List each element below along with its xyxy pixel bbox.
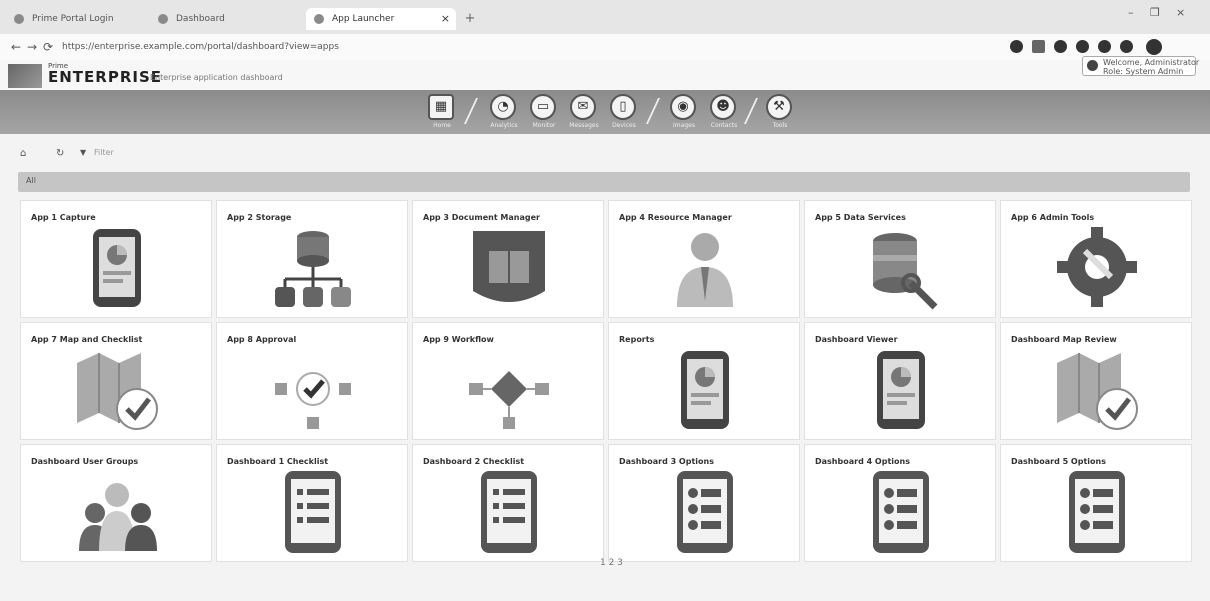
app-card[interactable]: App 6 Admin Tools <box>1000 200 1192 318</box>
app-card[interactable]: App 5 Data Services <box>804 200 996 318</box>
app-card[interactable]: Dashboard Map Review <box>1000 322 1192 440</box>
app-card[interactable]: App 9 Workflow <box>412 322 604 440</box>
home-icon: ▦ <box>428 94 454 120</box>
app-subtitle: Enterprise application dashboard <box>150 73 283 82</box>
book-icon <box>463 221 555 313</box>
url-field[interactable]: https://enterprise.example.com/portal/da… <box>62 39 962 55</box>
monitor-icon: ▭ <box>530 94 556 120</box>
app-card[interactable]: App 4 Resource Manager <box>608 200 800 318</box>
browser-tab[interactable]: Prime Portal Login <box>6 8 146 30</box>
nav-item-devices[interactable]: ▯ Devices <box>604 94 644 132</box>
nav-item-tools[interactable]: ⚒ Tools <box>760 94 800 132</box>
app-header: Prime ENTERPRISE Enterprise application … <box>0 60 1210 90</box>
tablet-options-icon <box>1051 465 1143 557</box>
map-check-icon <box>71 343 163 435</box>
filter-bar-label: All <box>26 176 36 185</box>
new-tab-button[interactable]: + <box>462 12 478 26</box>
gear-hammer-icon <box>1051 221 1143 313</box>
maximize-button[interactable]: ❐ <box>1150 6 1160 19</box>
extension-icon[interactable] <box>1076 40 1089 53</box>
app-card[interactable]: App 1 Capture <box>20 200 212 318</box>
mail-icon: ✉ <box>570 94 596 120</box>
app-card[interactable]: Dashboard 3 Options <box>608 444 800 562</box>
close-window-button[interactable]: × <box>1176 6 1185 19</box>
tablet-options-icon <box>659 465 751 557</box>
database-wrench-icon <box>855 221 947 313</box>
profile-icon[interactable] <box>1054 40 1067 53</box>
logo-icon[interactable] <box>8 64 42 88</box>
people-icon <box>71 465 163 557</box>
nav-item-home[interactable]: ▦ Home <box>422 94 462 132</box>
favicon-icon <box>158 14 168 24</box>
user-role: Role: System Admin <box>1103 67 1184 76</box>
filter-label[interactable]: Filter <box>94 148 114 157</box>
app-card[interactable]: Reports <box>608 322 800 440</box>
tablet-icon: ▯ <box>610 94 636 120</box>
forward-button[interactable]: → <box>24 39 40 55</box>
user-menu[interactable]: Welcome, Administrator Role: System Admi… <box>1082 56 1200 76</box>
map-check-icon <box>1051 343 1143 435</box>
user-name: Welcome, Administrator <box>1103 58 1200 67</box>
people-icon: ☻ <box>710 94 736 120</box>
app-card[interactable]: Dashboard 1 Checklist <box>216 444 408 562</box>
tablet-list-icon <box>463 465 555 557</box>
nav-divider <box>645 98 661 124</box>
nav-item-contacts[interactable]: ☻ Contacts <box>704 94 744 132</box>
database-network-icon <box>267 221 359 313</box>
app-card[interactable]: App 3 Document Manager <box>412 200 604 318</box>
nav-label: Devices <box>612 122 636 129</box>
browser-tab[interactable]: Dashboard <box>150 8 300 30</box>
filter-bar[interactable]: All <box>18 172 1190 192</box>
close-tab-icon[interactable]: × <box>441 8 450 30</box>
browser-tab-active[interactable]: App Launcher × <box>306 8 456 30</box>
chart-icon: ◔ <box>490 94 516 120</box>
minimize-button[interactable]: – <box>1128 6 1134 19</box>
workflow-diamond-icon <box>463 343 555 435</box>
tablet-chart-icon <box>855 343 947 435</box>
tablet-chart-icon <box>71 221 163 313</box>
app-card[interactable]: Dashboard User Groups <box>20 444 212 562</box>
menu-icon[interactable] <box>1146 39 1162 55</box>
app-card[interactable]: App 2 Storage <box>216 200 408 318</box>
tablet-chart-icon <box>659 343 751 435</box>
app-card[interactable]: Dashboard 4 Options <box>804 444 996 562</box>
workflow-check-icon <box>267 343 359 435</box>
tablet-options-icon <box>855 465 947 557</box>
reload-button[interactable]: ⟳ <box>40 39 56 55</box>
pagination[interactable]: 1 2 3 <box>600 558 623 568</box>
browser-tab-bar: Prime Portal Login Dashboard App Launche… <box>0 0 1210 34</box>
nav-divider <box>463 98 479 124</box>
brand-name: ENTERPRISE <box>48 68 163 86</box>
extension-icon[interactable] <box>1010 40 1023 53</box>
extension-icon[interactable] <box>1098 40 1111 53</box>
star-icon[interactable] <box>1032 40 1045 53</box>
app-card[interactable]: Dashboard Viewer <box>804 322 996 440</box>
home-icon[interactable]: ⌂ <box>20 148 26 159</box>
nav-divider <box>743 98 759 124</box>
app-card[interactable]: Dashboard 2 Checklist <box>412 444 604 562</box>
main-nav-band: ▦ Home ◔ Analytics ▭ Monitor ✉ Messages … <box>0 90 1210 134</box>
extension-icon[interactable] <box>1120 40 1133 53</box>
back-button[interactable]: ← <box>8 39 24 55</box>
filter-icon[interactable]: ▼ <box>80 148 86 157</box>
app-card[interactable]: App 8 Approval <box>216 322 408 440</box>
nav-label: Tools <box>772 122 788 129</box>
camera-icon: ◉ <box>670 94 696 120</box>
user-avatar-icon <box>1087 60 1098 71</box>
tablet-list-icon <box>267 465 359 557</box>
refresh-icon[interactable]: ↻ <box>56 148 64 159</box>
favicon-icon <box>314 14 324 24</box>
favicon-icon <box>14 14 24 24</box>
person-icon <box>659 221 751 313</box>
nav-label: Home <box>433 122 451 129</box>
address-bar: ← → ⟳ https://enterprise.example.com/por… <box>0 34 1210 60</box>
app-card[interactable]: Dashboard 5 Options <box>1000 444 1192 562</box>
wrench-icon: ⚒ <box>766 94 792 120</box>
app-card[interactable]: App 7 Map and Checklist <box>20 322 212 440</box>
